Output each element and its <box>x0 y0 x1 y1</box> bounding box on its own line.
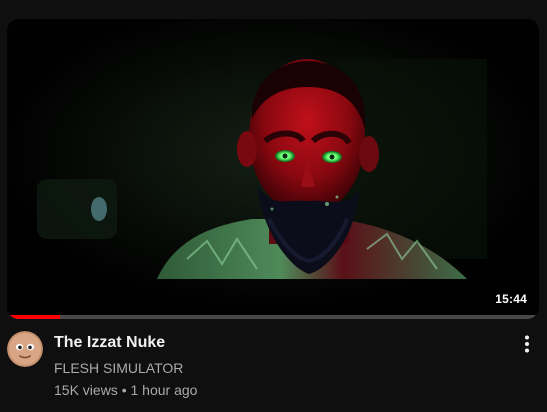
video-thumbnail[interactable]: 15:44 <box>7 19 539 319</box>
stats-separator: • <box>121 382 127 398</box>
channel-name[interactable]: FLESH SIMULATOR <box>54 358 509 378</box>
view-count: 15K views <box>54 382 118 398</box>
video-stats: 15K views • 1 hour ago <box>54 380 509 400</box>
channel-avatar[interactable] <box>7 331 43 367</box>
thumbnail-image <box>7 19 539 319</box>
watch-progress-bar <box>7 315 539 319</box>
duration-badge: 15:44 <box>491 290 531 308</box>
video-card[interactable]: 15:44 The Izzat Nuke FLESH SIMULATOR 15K… <box>0 0 547 412</box>
watch-progress-fill <box>7 315 61 319</box>
more-options-button[interactable] <box>515 332 539 356</box>
video-title[interactable]: The Izzat Nuke <box>54 332 509 354</box>
video-meta: The Izzat Nuke FLESH SIMULATOR 15K views… <box>54 330 509 400</box>
avatar-face-icon <box>7 331 43 367</box>
upload-age: 1 hour ago <box>130 382 198 398</box>
more-vert-icon <box>525 335 529 353</box>
video-details: The Izzat Nuke FLESH SIMULATOR 15K views… <box>7 330 539 400</box>
